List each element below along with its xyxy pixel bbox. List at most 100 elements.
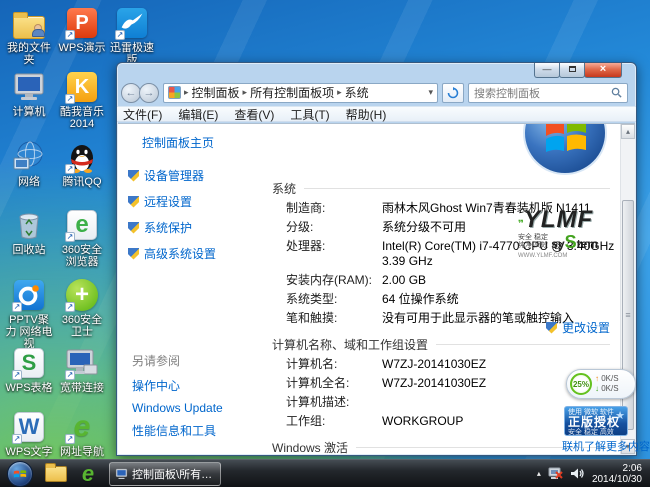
start-button[interactable] [7,460,33,487]
menu-file[interactable]: 文件(F) [123,106,162,123]
activation-more-info-link[interactable]: 联机了解更多内容... [562,438,650,454]
icon-label: 宽带连接 [60,382,104,394]
ylmf-url: WWW.YLMF.COM [518,253,568,259]
desktop-icon-kuwo-music[interactable]: K ↗ 酷我音乐2014 [57,70,107,130]
shortcut-arrow-icon: ↗ [115,30,125,40]
sidebar-item-windows-update[interactable]: Windows Update [132,401,254,415]
sidebar-item-device-manager[interactable]: 设备管理器 [128,167,254,184]
shortcut-arrow-icon: ↗ [65,94,75,104]
icon-label: 网址导航 [60,446,104,458]
genuine-license-badge[interactable]: 使用 微软 软件 正版授权 安全 稳定 高效 ★ [564,406,628,436]
sidebar-item-remote-settings[interactable]: 远程设置 [128,193,254,210]
section-title-activation: Windows 激活 [272,439,610,454]
broadband-icon: ↗ [65,346,99,380]
menu-tools[interactable]: 工具(T) [290,106,329,123]
desktop-icon-web-nav[interactable]: e ↗ 网址导航 [57,410,107,458]
taskbar-task-control-panel[interactable]: 控制面板\所有控... [109,461,221,486]
shortcut-arrow-icon: ↗ [65,30,75,40]
forward-button[interactable]: → [139,82,159,103]
star-icon: ★ [615,410,625,422]
menu-view[interactable]: 查看(V) [234,106,274,123]
menu-help[interactable]: 帮助(H) [346,106,387,123]
icon-label: PPTV聚力 网络电视 [5,314,53,350]
desktop-icon-wps-presentation[interactable]: P ↗ WPS演示 [57,6,107,54]
taskbar-browser-button[interactable]: e [73,460,103,486]
vertical-scrollbar[interactable]: ▴ ≡ ▾ [620,124,635,454]
search-icon [611,87,622,98]
volume-icon[interactable] [570,467,585,480]
icon-label: 网络 [18,176,40,188]
icon-label: 计算机 [12,106,46,118]
shortcut-arrow-icon: ↗ [65,370,75,380]
ylmf-logo: ❞YLMF 安全 稳定 纯净 高效 syStem WWW.YLMF.COM [518,206,606,260]
close-button[interactable]: × [584,63,622,78]
ylmf-brand: YLMF [523,206,594,233]
network-speed-widget[interactable]: 25% ↑ 0K/S ↓ 0K/S [566,369,636,399]
change-settings-link[interactable]: 更改设置 [546,319,610,336]
desktop-icon-360-browser[interactable]: e ↗ 360安全浏览器 [57,208,107,268]
menu-edit[interactable]: 编辑(E) [178,106,218,123]
maximize-button[interactable] [559,63,585,78]
scroll-up-button[interactable]: ▴ [621,124,635,139]
memory-percent-gauge: 25% [570,373,592,395]
icon-label: WPS演示 [58,42,106,54]
back-button[interactable]: ← [121,82,141,103]
chevron-down-icon[interactable]: ▾ [428,87,433,98]
breadcrumb[interactable]: ▸ 控制面板 ▸ 所有控制面板项 ▸ 系统 ▾ [163,82,438,103]
breadcrumb-item-system[interactable]: 系统 [345,84,369,101]
sidebar-item-label: 高级系统设置 [144,247,217,261]
search-input[interactable]: 搜索控制面板 [468,82,628,103]
minimize-button[interactable]: — [534,63,560,78]
upload-arrow-icon: ↑ [595,374,599,383]
icon-label: WPS表格 [5,382,53,394]
ylmf-system-text: syStem [551,232,599,252]
ylmf-tagline: 安全 稳定 纯净 高效 [518,234,548,249]
net-speed-readout: ↑ 0K/S ↓ 0K/S [595,374,619,393]
sidebar-item-control-panel-home[interactable]: 控制面板主页 [142,134,254,151]
taskbar-clock[interactable]: 2:06 2014/10/30 [592,463,642,485]
task-button-label: 控制面板\所有控... [132,468,215,481]
taskbar-explorer-button[interactable] [41,462,71,486]
window-body: 控制面板主页 设备管理器 远程设置 系统保护 高级系统设置 另请参阅 操作中心 … [118,123,635,454]
caption-buttons: — × [534,63,622,78]
desktop-icon-my-folder[interactable]: 我的文件夹 [4,6,54,66]
control-panel-icon [168,86,181,99]
icon-label: 360安全卫士 [61,314,103,338]
desktop-icon-pptv[interactable]: ↗ PPTV聚力 网络电视 [4,278,54,350]
breadcrumb-item-control-panel[interactable]: 控制面板 [192,84,240,101]
tray-expand-icon[interactable]: ▴ [537,469,541,478]
desktop-icon-broadband[interactable]: ↗ 宽带连接 [57,346,107,394]
row-computer-name: 计算机名: W7ZJ-20141030EZ [286,357,487,371]
row-ram: 安装内存(RAM): 2.00 GB [286,273,427,287]
taskbar: e 控制面板\所有控... ▴ 2:06 2014/10/30 [0,459,650,487]
sidebar-item-action-center[interactable]: 操作中心 [132,377,254,394]
desktop-icon-wps-spreadsheet[interactable]: S ↗ WPS表格 [4,346,54,394]
icon-label: 腾讯QQ [62,176,102,188]
sidebar-item-label: 系统保护 [144,221,193,235]
sidebar-item-label: 远程设置 [144,195,193,209]
desktop-icon-360-guard[interactable]: + ↗ 360安全卫士 [57,278,107,338]
uac-shield-icon [128,195,139,208]
desktop-icon-recycle-bin[interactable]: 回收站 [4,208,54,256]
network-status-icon[interactable] [548,467,563,480]
desktop-icon-computer[interactable]: 计算机 [4,70,54,118]
computer-icon [115,468,128,479]
desktop-icon-network[interactable]: 网络 [4,140,54,188]
badge-bottom-text: 安全 稳定 高效 [568,429,614,436]
clock-time: 2:06 [622,462,642,474]
sidebar-item-performance-tools[interactable]: 性能信息和工具 [132,422,254,439]
browser-e-icon: e [81,460,95,486]
download-arrow-icon: ↓ [595,384,599,393]
refresh-button[interactable] [442,82,464,103]
sidebar-item-system-protection[interactable]: 系统保护 [128,219,254,236]
desktop-icon-wps-writer[interactable]: W ↗ WPS文字 [4,410,54,458]
uac-shield-icon [128,169,139,182]
icon-label: 360安全浏览器 [61,244,103,268]
desktop-icon-xunlei[interactable]: ↗ 迅雷极速版 [107,6,157,66]
folder-icon [45,462,67,482]
breadcrumb-item-all-items[interactable]: 所有控制面板项 [250,84,334,101]
scroll-up-icon: ▴ [625,127,630,136]
chevron-right-icon: ▸ [184,87,189,97]
desktop-icon-tencent-qq[interactable]: ↗ 腾讯QQ [57,140,107,188]
sidebar-item-advanced-settings[interactable]: 高级系统设置 [128,245,254,262]
